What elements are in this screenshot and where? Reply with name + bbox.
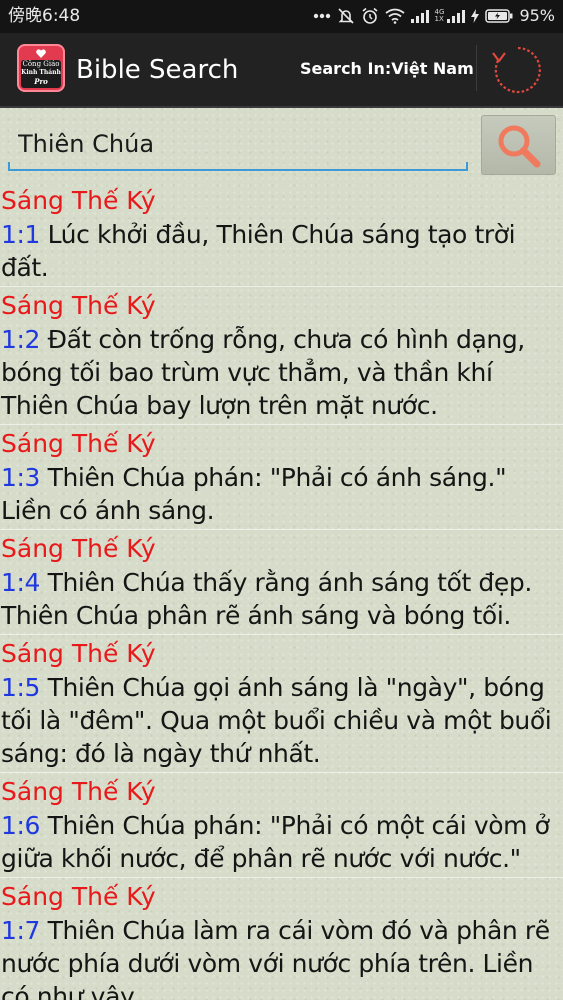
app-logo: Công Giáo Kinh Thánh Pro: [17, 44, 65, 92]
search-button[interactable]: [481, 115, 556, 175]
app-bar: Công Giáo Kinh Thánh Pro Bible Search Se…: [0, 33, 563, 108]
signal-icon-2: [447, 9, 466, 23]
search-in-selector[interactable]: Search In:Việt Nam: [300, 58, 474, 80]
result-reference: 1:6: [1, 811, 41, 840]
result-text: Thiên Chúa thấy rằng ánh sáng tốt đẹp. T…: [1, 568, 532, 630]
result-item[interactable]: Sáng Thế Ký 1:7 Thiên Chúa làm ra cái vòm…: [0, 880, 563, 1000]
result-book: Sáng Thế Ký: [1, 291, 156, 320]
result-book: Sáng Thế Ký: [1, 534, 156, 563]
heart-icon: [36, 49, 46, 58]
results-list: Sáng Thế Ký 1:1 Lúc khởi đầu, Thiên Chúa …: [0, 184, 563, 1000]
result-item[interactable]: Sáng Thế Ký 1:4 Thiên Chúa thấy rằng ánh …: [0, 532, 563, 635]
result-book: Sáng Thế Ký: [1, 777, 156, 806]
logo-text-line2: Kinh Thánh: [21, 69, 61, 76]
alarm-icon: [361, 7, 379, 25]
network-type-bottom: 1X: [434, 15, 444, 23]
result-reference: 1:5: [1, 673, 41, 702]
result-reference: 1:3: [1, 463, 41, 492]
result-reference: 1:7: [1, 916, 41, 945]
result-book: Sáng Thế Ký: [1, 639, 156, 668]
logo-text-line3: Pro: [34, 77, 48, 86]
status-icons: 4G 1X 95%: [313, 5, 555, 27]
search-input-edge-left: [8, 162, 10, 171]
status-time: 傍晚6:48: [8, 6, 81, 26]
result-item[interactable]: Sáng Thế Ký 1:6 Thiên Chúa phán: "Phải có…: [0, 775, 563, 878]
result-text: Thiên Chúa gọi ánh sáng là "ngày", bóng …: [1, 673, 552, 768]
result-verse: 1:5 Thiên Chúa gọi ánh sáng là "ngày", b…: [0, 671, 563, 770]
status-bar: 傍晚6:48 4G 1X 95%: [0, 0, 563, 33]
signal-icon: [410, 9, 429, 23]
result-text: Lúc khởi đầu, Thiên Chúa sáng tạo trời đ…: [1, 220, 516, 282]
search-input[interactable]: [8, 119, 468, 171]
battery-percent: 95%: [519, 6, 555, 25]
refresh-icon: [492, 46, 541, 94]
result-text: Thiên Chúa phán: "Phải có ánh sáng." Liề…: [1, 463, 507, 525]
battery-icon: [485, 9, 513, 23]
logo-text-line1: Công Giáo: [22, 60, 60, 68]
refresh-button[interactable]: [480, 38, 556, 102]
result-text: Thiên Chúa phán: "Phải có một cái vòm ở …: [1, 811, 550, 873]
result-verse: 1:4 Thiên Chúa thấy rằng ánh sáng tốt đẹ…: [0, 566, 563, 632]
mute-icon: [337, 7, 355, 25]
result-book: Sáng Thế Ký: [1, 429, 156, 458]
charging-icon: [471, 9, 480, 23]
search-input-edge-right: [466, 162, 468, 171]
result-verse: 1:7 Thiên Chúa làm ra cái vòm đó và phân…: [0, 914, 563, 1000]
result-verse: 1:6 Thiên Chúa phán: "Phải có một cái vò…: [0, 809, 563, 875]
result-verse: 1:3 Thiên Chúa phán: "Phải có ánh sáng."…: [0, 461, 563, 527]
search-icon: [498, 125, 541, 168]
more-dots-icon: [313, 13, 331, 19]
app-bar-divider: [476, 45, 477, 91]
result-book: Sáng Thế Ký: [1, 186, 156, 215]
result-verse: 1:1 Lúc khởi đầu, Thiên Chúa sáng tạo tr…: [0, 218, 563, 284]
result-item[interactable]: Sáng Thế Ký 1:3 Thiên Chúa phán: "Phải có…: [0, 427, 563, 530]
result-reference: 1:4: [1, 568, 41, 597]
result-text: Đất còn trống rỗng, chưa có hình dạng, b…: [1, 325, 525, 420]
app-title: Bible Search: [76, 55, 239, 85]
result-reference: 1:2: [1, 325, 41, 354]
result-text: Thiên Chúa làm ra cái vòm đó và phân rẽ …: [1, 916, 550, 1000]
result-item[interactable]: Sáng Thế Ký 1:2 Đất còn trống rỗng, chưa …: [0, 289, 563, 425]
wifi-icon: [384, 8, 405, 24]
network-type: 4G 1X: [435, 9, 445, 23]
result-book: Sáng Thế Ký: [1, 882, 156, 911]
result-item[interactable]: Sáng Thế Ký 1:1 Lúc khởi đầu, Thiên Chúa …: [0, 184, 563, 287]
result-reference: 1:1: [1, 220, 41, 249]
result-item[interactable]: Sáng Thế Ký 1:5 Thiên Chúa gọi ánh sáng l…: [0, 637, 563, 773]
result-verse: 1:2 Đất còn trống rỗng, chưa có hình dạn…: [0, 323, 563, 422]
